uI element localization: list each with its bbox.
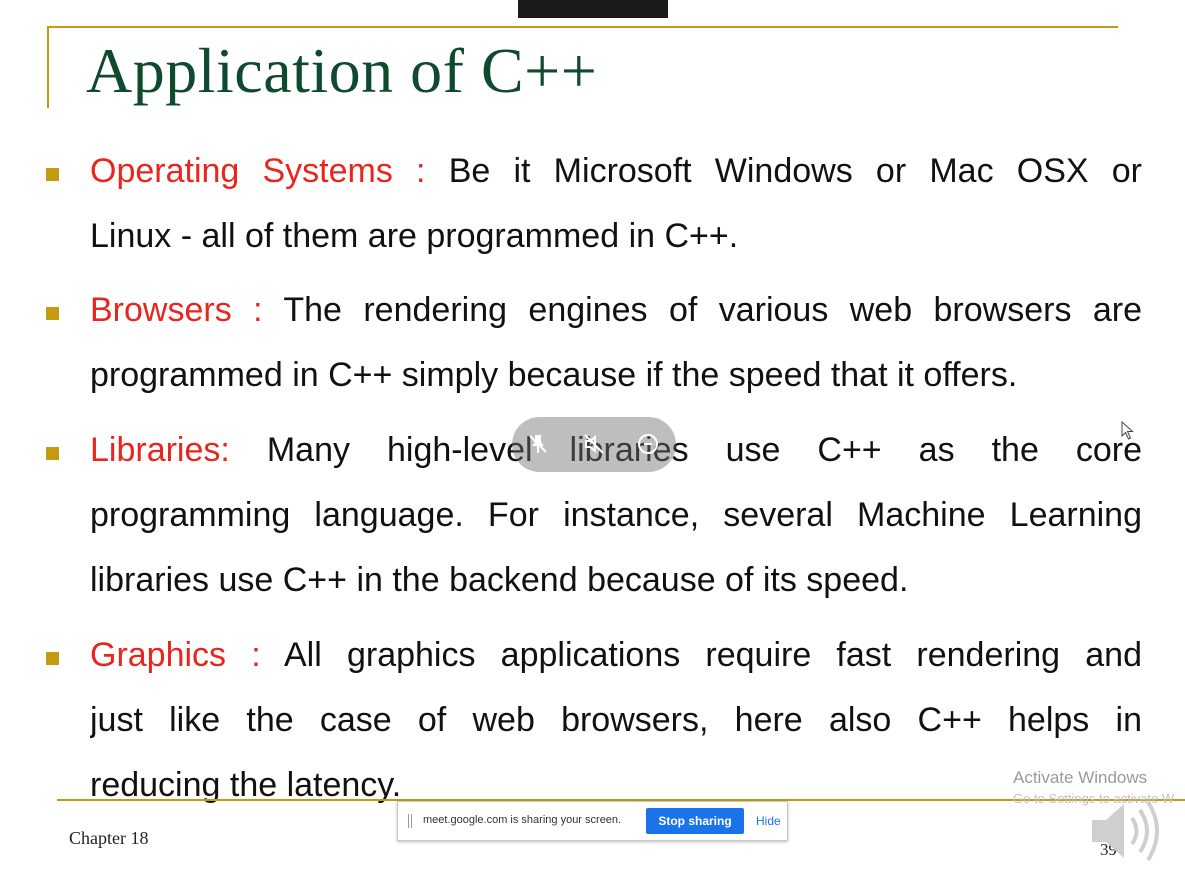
bullet-text: Many high-level libraries use C++ as the… <box>229 431 1142 469</box>
minimize-icon[interactable] <box>636 432 660 456</box>
bullet-keyword: Libraries: <box>90 431 230 469</box>
bullet-text: The rendering engines of various web bro… <box>262 291 1142 329</box>
bullet-line: libraries use C++ in the backend because… <box>90 561 909 599</box>
mute-icon[interactable] <box>582 432 606 456</box>
bullet-item-graphics: Graphics : All graphics applications req… <box>46 623 1142 818</box>
screen-share-bar: meet.google.com is sharing your screen. … <box>397 801 788 841</box>
bullet-line: programmed in C++ simply because if the … <box>90 356 1018 394</box>
bullet-line: Operating Systems : Be it Microsoft Wind… <box>90 139 1142 204</box>
bullet-line: Linux - all of them are programmed in C+… <box>90 217 739 255</box>
hide-link[interactable]: Hide <box>756 814 781 828</box>
bullet-keyword: Graphics : <box>90 636 261 674</box>
meeting-overlay-controls <box>512 417 676 472</box>
square-bullet-icon <box>46 168 59 181</box>
square-bullet-icon <box>46 447 59 460</box>
mouse-cursor-icon <box>1121 420 1135 446</box>
drag-handle-icon[interactable] <box>408 814 412 828</box>
activate-windows-title: Activate Windows <box>1013 768 1148 787</box>
chapter-footer: Chapter 18 <box>69 828 149 848</box>
share-message: meet.google.com is sharing your screen. <box>423 814 622 826</box>
bullet-line: just like the case of web browsers, here… <box>90 701 1142 739</box>
stop-sharing-button[interactable]: Stop sharing <box>646 808 744 834</box>
bullet-text: Be it Microsoft Windows or Mac OSX or <box>425 152 1142 190</box>
bullet-line: Browsers : The rendering engines of vari… <box>90 278 1142 343</box>
bullet-line: Graphics : All graphics applications req… <box>90 623 1142 688</box>
bullet-keyword: Operating Systems : <box>90 152 426 190</box>
unpin-icon[interactable] <box>526 432 550 456</box>
bullet-item-operating-systems: Operating Systems : Be it Microsoft Wind… <box>46 139 1142 269</box>
square-bullet-icon <box>46 652 59 665</box>
speaker-icon <box>1088 796 1168 871</box>
square-bullet-icon <box>46 307 59 320</box>
bullet-text: All graphics applications require fast r… <box>260 636 1142 674</box>
bullet-keyword: Browsers : <box>90 291 263 329</box>
bullet-line: programming language. For instance, seve… <box>90 496 1142 534</box>
bullet-item-browsers: Browsers : The rendering engines of vari… <box>46 278 1142 408</box>
